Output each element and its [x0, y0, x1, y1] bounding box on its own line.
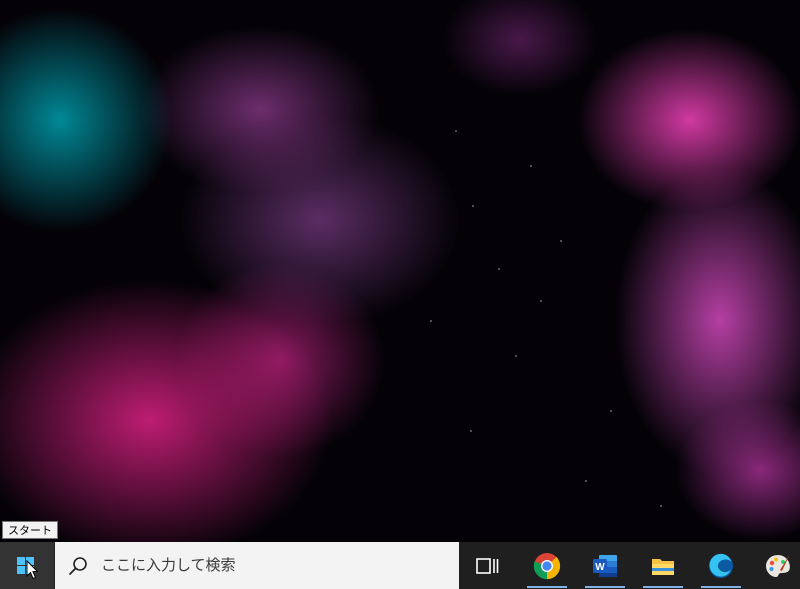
folder-icon — [652, 559, 674, 575]
paint-icon — [766, 554, 790, 577]
desktop-wallpaper — [0, 0, 800, 542]
word-icon: W — [593, 555, 617, 577]
chrome-taskbar-button[interactable] — [521, 542, 573, 589]
chrome-icon — [533, 553, 561, 580]
start-tooltip: スタート — [2, 521, 58, 539]
svg-text:W: W — [595, 562, 605, 573]
start-button[interactable] — [0, 542, 54, 589]
edge-icon — [709, 553, 733, 578]
mouse-cursor-icon — [26, 560, 38, 580]
file-explorer-taskbar-button[interactable] — [637, 542, 689, 589]
search-icon — [69, 557, 87, 575]
paint-taskbar-button[interactable] — [752, 542, 800, 589]
search-placeholder: ここに入力して検索 — [101, 556, 236, 574]
edge-taskbar-button[interactable] — [695, 542, 747, 589]
search-box[interactable]: ここに入力して検索 — [55, 542, 459, 589]
taskbar: ここに入力して検索 W — [0, 542, 800, 589]
word-taskbar-button[interactable]: W — [579, 542, 631, 589]
task-view-icon — [476, 558, 499, 574]
task-view-button[interactable] — [461, 542, 513, 589]
